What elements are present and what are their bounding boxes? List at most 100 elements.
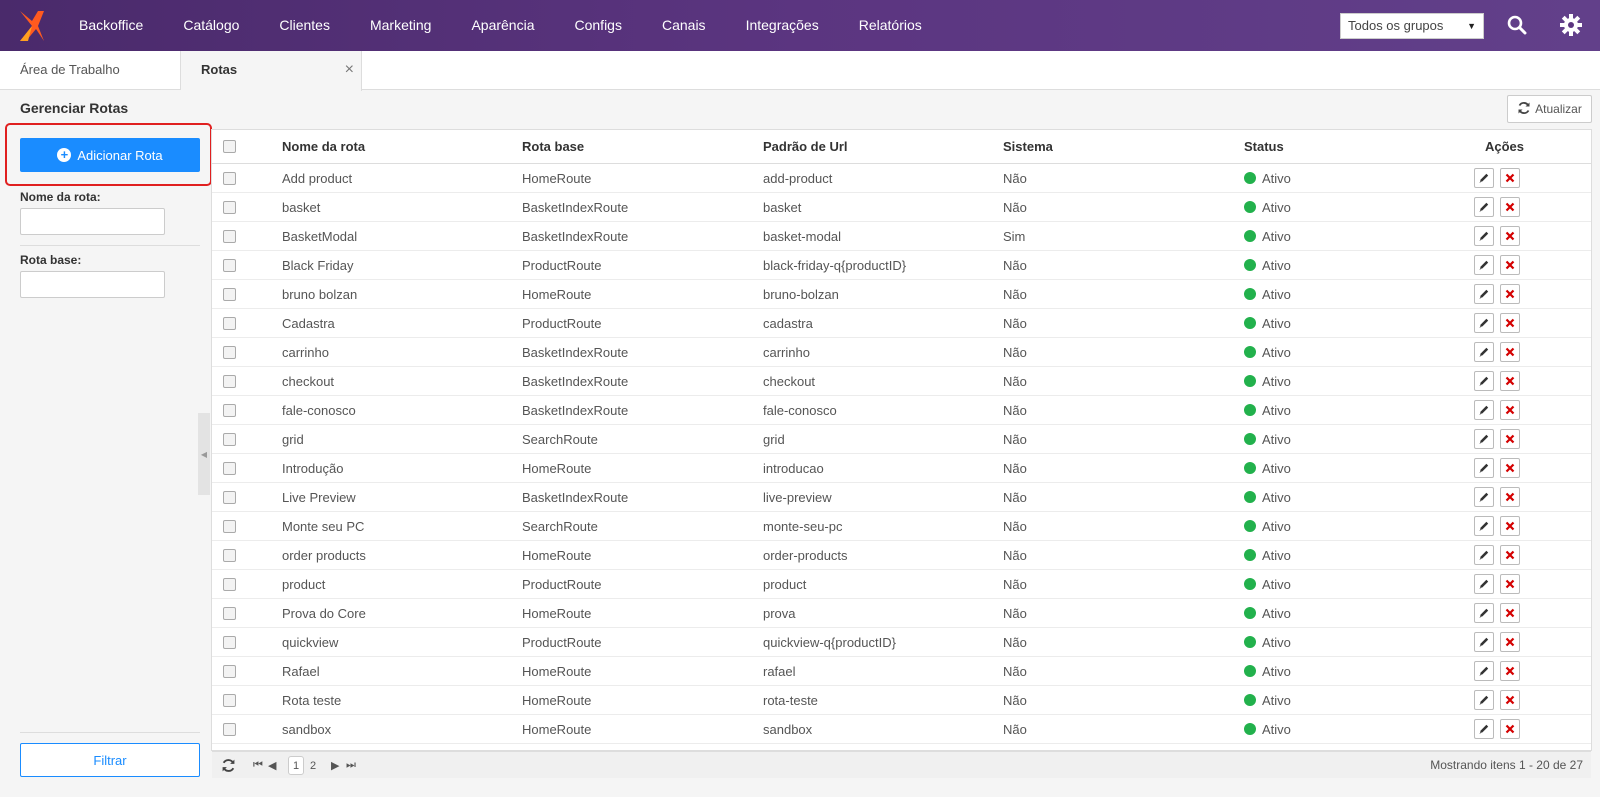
row-checkbox[interactable] (223, 519, 236, 533)
table-row[interactable]: order products HomeRoute order-products Não… (212, 541, 1591, 570)
row-checkbox[interactable] (223, 693, 236, 707)
refresh-button[interactable]: Atualizar (1507, 95, 1592, 123)
edit-pencil-icon[interactable] (1474, 168, 1494, 188)
row-checkbox[interactable] (223, 490, 236, 504)
table-row[interactable]: Cadastra ProductRoute cadastra Não Ativo (212, 309, 1591, 338)
edit-pencil-icon[interactable] (1474, 226, 1494, 246)
table-row[interactable]: product ProductRoute product Não Ativo (212, 570, 1591, 599)
edit-pencil-icon[interactable] (1474, 284, 1494, 304)
table-row[interactable]: Rafael HomeRoute rafael Não Ativo (212, 657, 1591, 686)
delete-x-icon[interactable] (1500, 197, 1520, 217)
filter-button[interactable]: Filtrar (20, 743, 200, 777)
table-row[interactable]: Introdução HomeRoute introducao Não Ativo (212, 454, 1591, 483)
table-row[interactable]: quickview ProductRoute quickview-q{product… (212, 628, 1591, 657)
gear-icon[interactable] (1558, 12, 1584, 38)
table-row[interactable]: Rota teste HomeRoute rota-teste Não Ativo (212, 686, 1591, 715)
edit-pencil-icon[interactable] (1474, 661, 1494, 681)
edit-pencil-icon[interactable] (1474, 690, 1494, 710)
table-row[interactable]: fale-conosco BasketIndexRoute fale-conosco… (212, 396, 1591, 425)
prev-page-icon[interactable]: ◀ (268, 752, 276, 779)
edit-pencil-icon[interactable] (1474, 313, 1494, 333)
edit-pencil-icon[interactable] (1474, 197, 1494, 217)
edit-pencil-icon[interactable] (1474, 255, 1494, 275)
header-padrao-url[interactable]: Padrão de Url (763, 130, 848, 163)
pager-refresh-icon[interactable] (221, 752, 236, 779)
header-nome[interactable]: Nome da rota (282, 130, 365, 163)
row-checkbox[interactable] (223, 722, 236, 736)
nav-item[interactable]: Catálogo (163, 0, 259, 51)
next-page-icon[interactable]: ▶ (331, 752, 339, 779)
nav-item[interactable]: Canais (642, 0, 726, 51)
row-checkbox[interactable] (223, 461, 236, 475)
row-checkbox[interactable] (223, 577, 236, 591)
base-route-input[interactable] (20, 271, 165, 298)
add-route-button[interactable]: + Adicionar Rota (20, 138, 200, 172)
route-name-input[interactable] (20, 208, 165, 235)
edit-pencil-icon[interactable] (1474, 574, 1494, 594)
header-rota-base[interactable]: Rota base (522, 130, 584, 163)
delete-x-icon[interactable] (1500, 632, 1520, 652)
row-checkbox[interactable] (223, 635, 236, 649)
row-checkbox[interactable] (223, 432, 236, 446)
edit-pencil-icon[interactable] (1474, 458, 1494, 478)
table-row[interactable]: bruno bolzan HomeRoute bruno-bolzan Não Ativ… (212, 280, 1591, 309)
nav-item[interactable]: Configs (555, 0, 642, 51)
row-checkbox[interactable] (223, 229, 236, 243)
delete-x-icon[interactable] (1500, 487, 1520, 507)
page-2[interactable]: 2 (310, 752, 316, 779)
table-row[interactable]: Live Preview BasketIndexRoute live-preview… (212, 483, 1591, 512)
row-checkbox[interactable] (223, 171, 236, 185)
collapse-panel-handle[interactable]: ◀ (198, 413, 210, 495)
table-row[interactable]: sandbox HomeRoute sandbox Não Ativo (212, 715, 1591, 744)
nav-item[interactable]: Integrações (726, 0, 839, 51)
table-row[interactable]: checkout BasketIndexRoute checkout Não Ativo (212, 367, 1591, 396)
nav-item[interactable]: Aparência (451, 0, 554, 51)
row-checkbox[interactable] (223, 606, 236, 620)
delete-x-icon[interactable] (1500, 429, 1520, 449)
delete-x-icon[interactable] (1500, 284, 1520, 304)
tab-area-de-trabalho[interactable]: Área de Trabalho (0, 51, 181, 90)
edit-pencil-icon[interactable] (1474, 516, 1494, 536)
edit-pencil-icon[interactable] (1474, 342, 1494, 362)
table-row[interactable]: grid SearchRoute grid Não Ativo (212, 425, 1591, 454)
delete-x-icon[interactable] (1500, 545, 1520, 565)
table-row[interactable]: Prova do Core HomeRoute prova Não Ativo (212, 599, 1591, 628)
first-page-icon[interactable]: ⏮ (253, 752, 263, 779)
edit-pencil-icon[interactable] (1474, 545, 1494, 565)
tab-rotas[interactable]: Rotas × (181, 51, 362, 91)
close-icon[interactable]: × (345, 51, 354, 89)
edit-pencil-icon[interactable] (1474, 400, 1494, 420)
delete-x-icon[interactable] (1500, 400, 1520, 420)
table-row[interactable]: BasketModal BasketIndexRoute basket-modal S… (212, 222, 1591, 251)
edit-pencil-icon[interactable] (1474, 429, 1494, 449)
header-sistema[interactable]: Sistema (1003, 130, 1053, 163)
nav-item[interactable]: Clientes (259, 0, 350, 51)
delete-x-icon[interactable] (1500, 313, 1520, 333)
delete-x-icon[interactable] (1500, 342, 1520, 362)
row-checkbox[interactable] (223, 200, 236, 214)
row-checkbox[interactable] (223, 287, 236, 301)
table-row[interactable]: carrinho BasketIndexRoute carrinho Não Ativo (212, 338, 1591, 367)
row-checkbox[interactable] (223, 548, 236, 562)
edit-pencil-icon[interactable] (1474, 632, 1494, 652)
delete-x-icon[interactable] (1500, 255, 1520, 275)
table-row[interactable]: Black Friday ProductRoute black-friday-q{p… (212, 251, 1591, 280)
delete-x-icon[interactable] (1500, 661, 1520, 681)
row-checkbox[interactable] (223, 403, 236, 417)
row-checkbox[interactable] (223, 374, 236, 388)
delete-x-icon[interactable] (1500, 226, 1520, 246)
page-1[interactable]: 1 (288, 756, 305, 775)
nav-item[interactable]: Relatórios (839, 0, 942, 51)
header-status[interactable]: Status (1244, 130, 1284, 163)
delete-x-icon[interactable] (1500, 516, 1520, 536)
delete-x-icon[interactable] (1500, 603, 1520, 623)
group-select[interactable]: Todos os grupos ▼ (1340, 13, 1484, 39)
nav-item[interactable]: Marketing (350, 0, 451, 51)
table-row[interactable]: Add product HomeRoute add-product Não Ativo (212, 164, 1591, 193)
table-row[interactable]: Monte seu PC SearchRoute monte-seu-pc Não At… (212, 512, 1591, 541)
row-checkbox[interactable] (223, 664, 236, 678)
logo-icon[interactable] (0, 0, 62, 51)
delete-x-icon[interactable] (1500, 458, 1520, 478)
delete-x-icon[interactable] (1500, 719, 1520, 739)
delete-x-icon[interactable] (1500, 371, 1520, 391)
